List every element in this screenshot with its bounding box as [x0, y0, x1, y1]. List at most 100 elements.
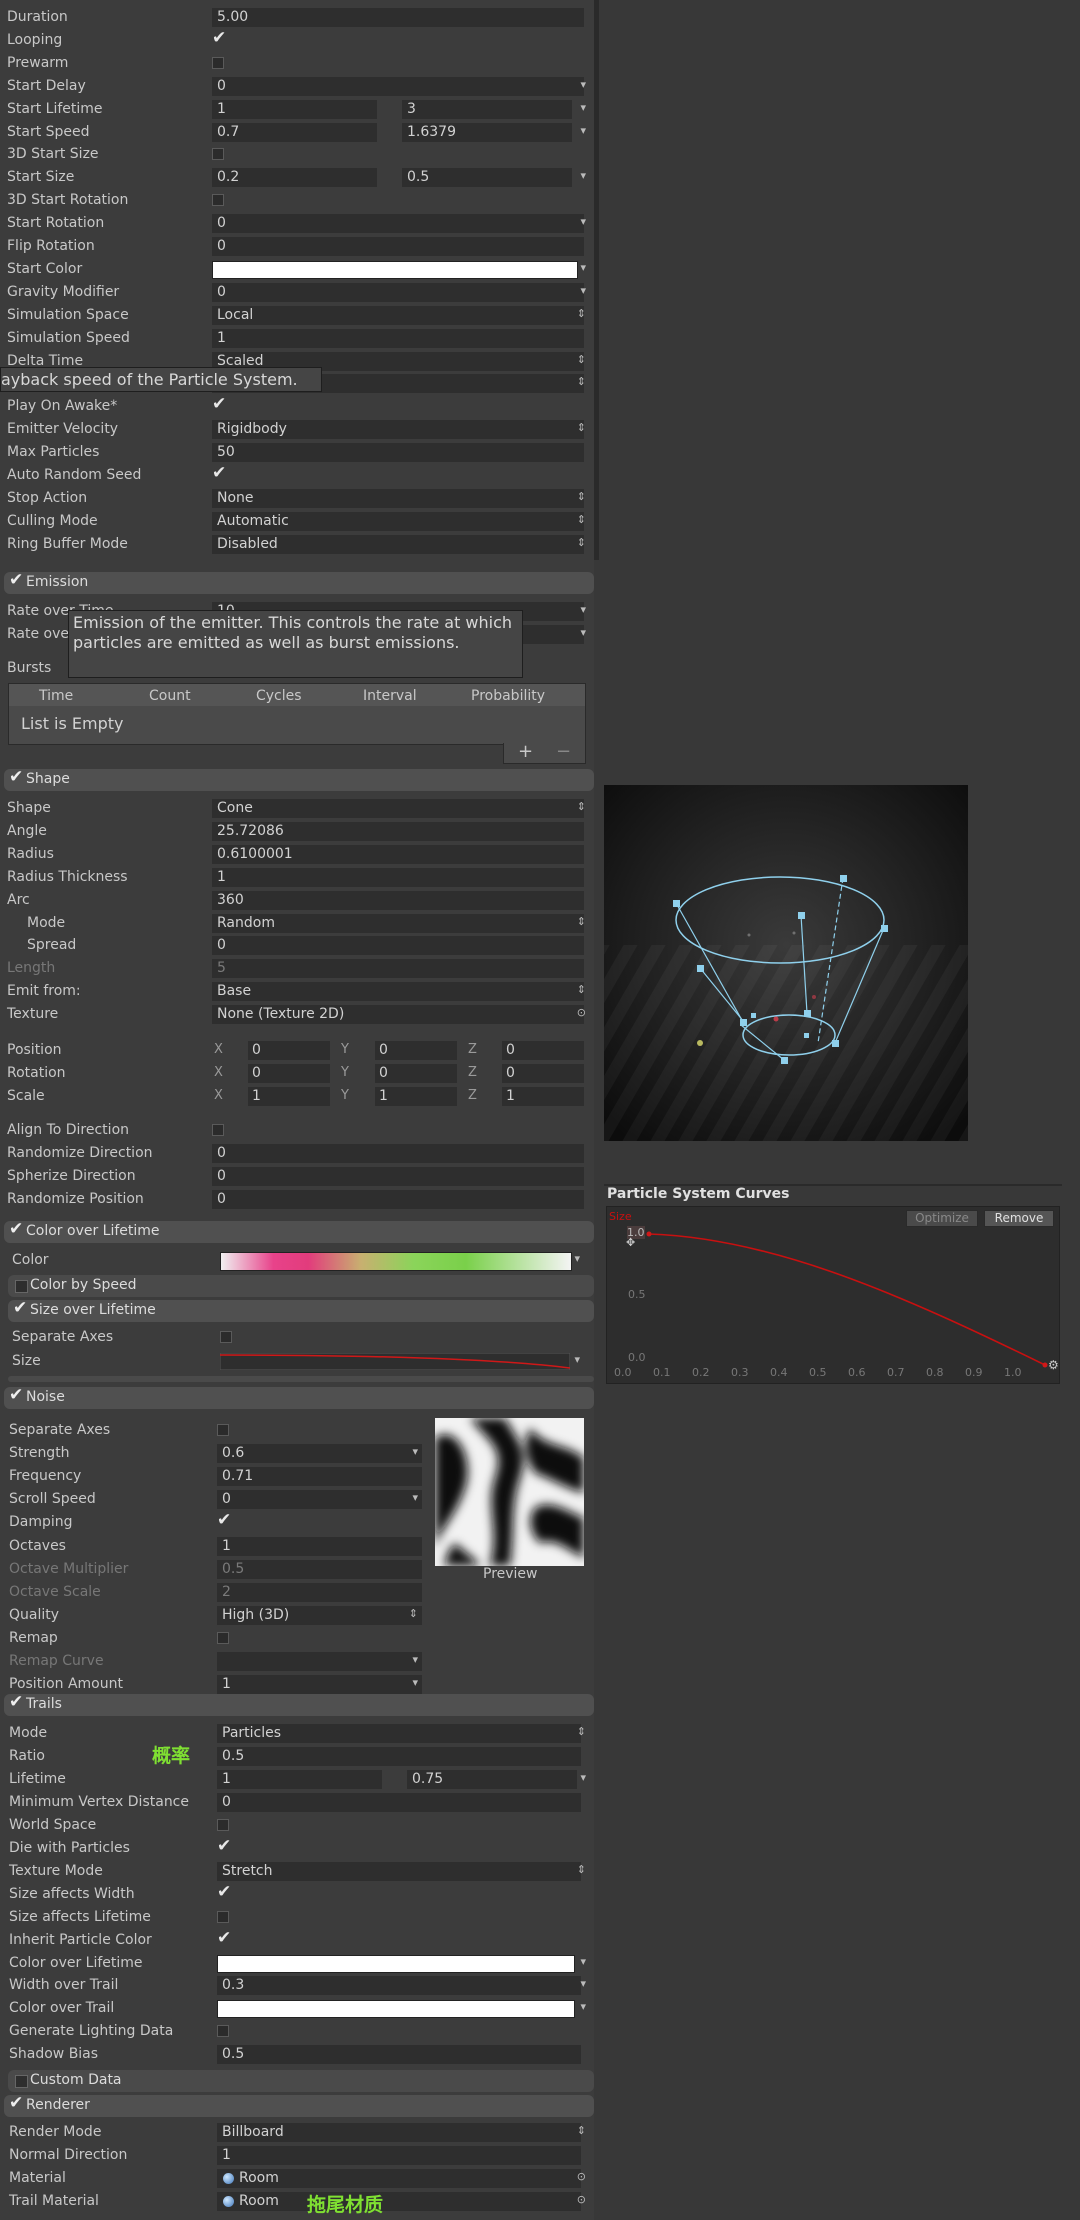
- cbs-enable-check[interactable]: [15, 1280, 28, 1293]
- trails-shadow-bias-field[interactable]: 0.5: [217, 2045, 581, 2065]
- trails-generate-lighting-data-checkbox[interactable]: [217, 2025, 229, 2038]
- size-over-lifetime-header[interactable]: ✔ Size over Lifetime: [8, 1298, 594, 1322]
- dropdown-arrow-icon[interactable]: ⇕: [577, 915, 586, 928]
- dropdown-arrow-icon[interactable]: ▾: [574, 1252, 580, 1265]
- dropdown-arrow-icon[interactable]: ▾: [412, 1491, 418, 1504]
- auto-random-seed-checkbox[interactable]: ✔: [212, 463, 226, 483]
- dropdown-arrow-icon[interactable]: ⇕: [409, 1607, 418, 1620]
- shape-radius-thickness-field[interactable]: 1: [212, 867, 584, 887]
- renderer-trail-material-field[interactable]: Room: [217, 2191, 581, 2211]
- start-speed-field[interactable]: 0.7: [212, 122, 377, 142]
- play-on-awake-checkbox[interactable]: ✔: [212, 394, 226, 414]
- shape-enable-check[interactable]: ✔: [9, 767, 23, 787]
- renderer-header[interactable]: ✔ Renderer: [4, 2093, 594, 2117]
- dropdown-arrow-icon[interactable]: ⇕: [577, 375, 586, 388]
- dropdown-arrow-icon[interactable]: ⇕: [577, 536, 586, 549]
- noise-frequency-field[interactable]: 0.71: [217, 1467, 422, 1487]
- dropdown-arrow-icon[interactable]: ⇕: [577, 800, 586, 813]
- dropdown-arrow-icon[interactable]: ▾: [580, 101, 586, 114]
- noise-separate-axes-checkbox[interactable]: [217, 1424, 229, 1436]
- ring-buffer-mode-field[interactable]: Disabled: [212, 534, 584, 554]
- col-gradient-field[interactable]: [220, 1252, 572, 1271]
- dropdown-arrow-icon[interactable]: ▾: [412, 1445, 418, 1458]
- shape-rotation-z-field[interactable]: 0: [502, 1063, 584, 1083]
- simulation-speed-field[interactable]: 1: [212, 328, 584, 348]
- emitter-velocity-field[interactable]: Rigidbody: [212, 420, 584, 440]
- start-lifetime-max-field[interactable]: 3: [402, 99, 572, 119]
- trails-minimum-vertex-distance-field[interactable]: 0: [217, 1792, 581, 1812]
- shape-radius-field[interactable]: 0.6100001: [212, 844, 584, 864]
- trails-ratio-field[interactable]: 0.5: [217, 1746, 581, 1766]
- dropdown-arrow-icon[interactable]: ▾: [580, 124, 586, 137]
- shape-rotation-y-field[interactable]: 0: [375, 1063, 457, 1083]
- simulation-space-field[interactable]: Local: [212, 305, 584, 325]
- trails-world-space-checkbox[interactable]: [217, 1818, 229, 1831]
- trails-enable-check[interactable]: ✔: [9, 1692, 23, 1712]
- duration-field[interactable]: 5.00: [212, 8, 584, 27]
- noise-remap-checkbox[interactable]: [217, 1631, 229, 1644]
- shape-align-to-direction-checkbox[interactable]: [212, 1124, 224, 1136]
- renderer-normal-direction-field[interactable]: 1: [217, 2145, 581, 2165]
- shape-rotation-x-field[interactable]: 0: [248, 1063, 330, 1083]
- object-picker-icon[interactable]: ⊙: [577, 2170, 586, 2183]
- scene-viewport[interactable]: [604, 785, 968, 1141]
- trails-header[interactable]: ✔ Trails: [4, 1692, 594, 1716]
- shape-length-field[interactable]: 5: [212, 959, 584, 979]
- dropdown-arrow-icon[interactable]: ▾: [580, 78, 586, 91]
- shape-randomize-position-field[interactable]: 0: [212, 1189, 584, 1209]
- flip-rotation-field[interactable]: 0: [212, 237, 584, 256]
- size-curve[interactable]: [604, 1186, 1062, 1386]
- noise-octaves-field[interactable]: 1: [217, 1536, 422, 1556]
- 3d-start-rotation-checkbox[interactable]: [212, 194, 224, 207]
- trails-size-affects-width-checkbox[interactable]: ✔: [217, 1882, 231, 1902]
- dropdown-arrow-icon[interactable]: ▾: [580, 215, 586, 228]
- shape-randomize-direction-field[interactable]: 0: [212, 1143, 584, 1163]
- dropdown-arrow-icon[interactable]: ▾: [580, 626, 586, 639]
- dropdown-arrow-icon[interactable]: ⇕: [577, 490, 586, 503]
- dropdown-arrow-icon[interactable]: ▾: [412, 1676, 418, 1689]
- noise-octave-scale-field[interactable]: 2: [217, 1582, 422, 1602]
- trails-mode-field[interactable]: Particles: [217, 1724, 581, 1743]
- start-rotation-field[interactable]: 0: [212, 214, 584, 234]
- shape-angle-field[interactable]: 25.72086: [212, 821, 584, 841]
- shape-position-z-field[interactable]: 0: [502, 1041, 584, 1060]
- trails-lifetime-field[interactable]: 1: [217, 1769, 382, 1789]
- start-color-color-field[interactable]: [212, 260, 578, 279]
- noise-enable-check[interactable]: ✔: [9, 1385, 23, 1405]
- start-size-field[interactable]: 0.2: [212, 168, 377, 188]
- dropdown-arrow-icon[interactable]: ⇕: [577, 513, 586, 526]
- max-particles-field[interactable]: 50: [212, 443, 584, 463]
- prewarm-checkbox[interactable]: [212, 56, 224, 69]
- color-by-speed-header[interactable]: Color by Speed: [8, 1275, 594, 1297]
- start-speed-max-field[interactable]: 1.6379: [402, 122, 572, 142]
- noise-header[interactable]: ✔ Noise: [4, 1385, 594, 1409]
- dropdown-arrow-icon[interactable]: ⇕: [577, 421, 586, 434]
- trails-lifetime-max-field[interactable]: 0.75: [407, 1769, 577, 1789]
- dropdown-arrow-icon[interactable]: ▾: [580, 1955, 586, 1968]
- dropdown-arrow-icon[interactable]: ▾: [580, 1771, 586, 1784]
- trails-size-affects-lifetime-checkbox[interactable]: [217, 1910, 229, 1923]
- start-lifetime-field[interactable]: 1: [212, 99, 377, 119]
- dropdown-arrow-icon[interactable]: ▾: [412, 1653, 418, 1666]
- renderer-render-mode-field[interactable]: Billboard: [217, 2123, 581, 2142]
- dropdown-arrow-icon[interactable]: ⇕: [577, 307, 586, 320]
- sol-separate-axes-check[interactable]: [220, 1331, 232, 1343]
- shape-position-x-field[interactable]: 0: [248, 1041, 330, 1060]
- looping-checkbox[interactable]: ✔: [212, 28, 226, 48]
- dropdown-arrow-icon[interactable]: ▾: [574, 1353, 580, 1366]
- color-over-lifetime-header[interactable]: ✔ Color over Lifetime: [4, 1219, 594, 1243]
- trails-color-over-lifetime-color-field[interactable]: [217, 1954, 575, 1973]
- noise-position-amount-field[interactable]: 1: [217, 1675, 422, 1695]
- custom-data-enable-check[interactable]: [15, 2075, 28, 2088]
- shape-scale-x-field[interactable]: 1: [248, 1086, 330, 1106]
- noise-octave-multiplier-field[interactable]: 0.5: [217, 1559, 422, 1579]
- shape-header[interactable]: ✔ Shape: [4, 767, 594, 791]
- shape-position-y-field[interactable]: 0: [375, 1041, 457, 1060]
- dropdown-arrow-icon[interactable]: ⇕: [577, 2124, 586, 2137]
- trails-inherit-particle-color-checkbox[interactable]: ✔: [217, 1928, 231, 1948]
- renderer-material-field[interactable]: Room: [217, 2168, 581, 2188]
- noise-remap-curve-field[interactable]: [217, 1652, 422, 1671]
- inspector-scrollbar[interactable]: [594, 0, 599, 560]
- shape-emit-from-field[interactable]: Base: [212, 982, 584, 1002]
- col-enable-check[interactable]: ✔: [9, 1219, 23, 1239]
